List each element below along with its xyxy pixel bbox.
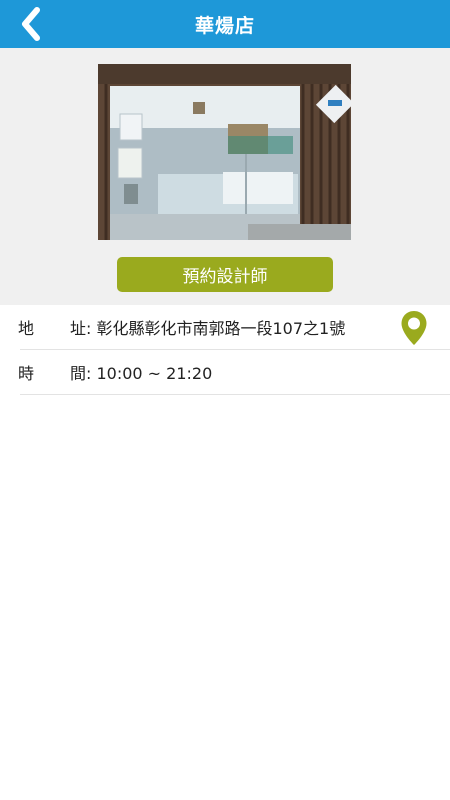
hours-row: 時 間: 10:00 ~ 21:20 bbox=[18, 350, 450, 395]
map-pin-icon[interactable] bbox=[400, 310, 428, 346]
store-info-list: 地 址: 彰化縣彰化市南郭路一段107之1號 時 間: 10:00 ~ 21:2… bbox=[0, 305, 450, 395]
address-label: 地 bbox=[18, 319, 35, 338]
chevron-left-icon bbox=[22, 7, 40, 41]
book-stylist-button[interactable]: 預約設計師 bbox=[117, 257, 333, 292]
storefront-photo bbox=[98, 64, 351, 240]
address-row: 地 址: 彰化縣彰化市南郭路一段107之1號 bbox=[18, 305, 450, 350]
hours-label: 時 bbox=[18, 364, 35, 383]
address-value: 址: 彰化縣彰化市南郭路一段107之1號 bbox=[70, 319, 346, 338]
page-title: 華煬店 bbox=[194, 14, 255, 37]
back-button[interactable] bbox=[14, 6, 48, 42]
store-hero: 預約設計師 bbox=[0, 48, 450, 305]
hours-value: 間: 10:00 ~ 21:20 bbox=[70, 364, 213, 383]
top-navigation-bar: 華煬店 bbox=[0, 0, 450, 48]
